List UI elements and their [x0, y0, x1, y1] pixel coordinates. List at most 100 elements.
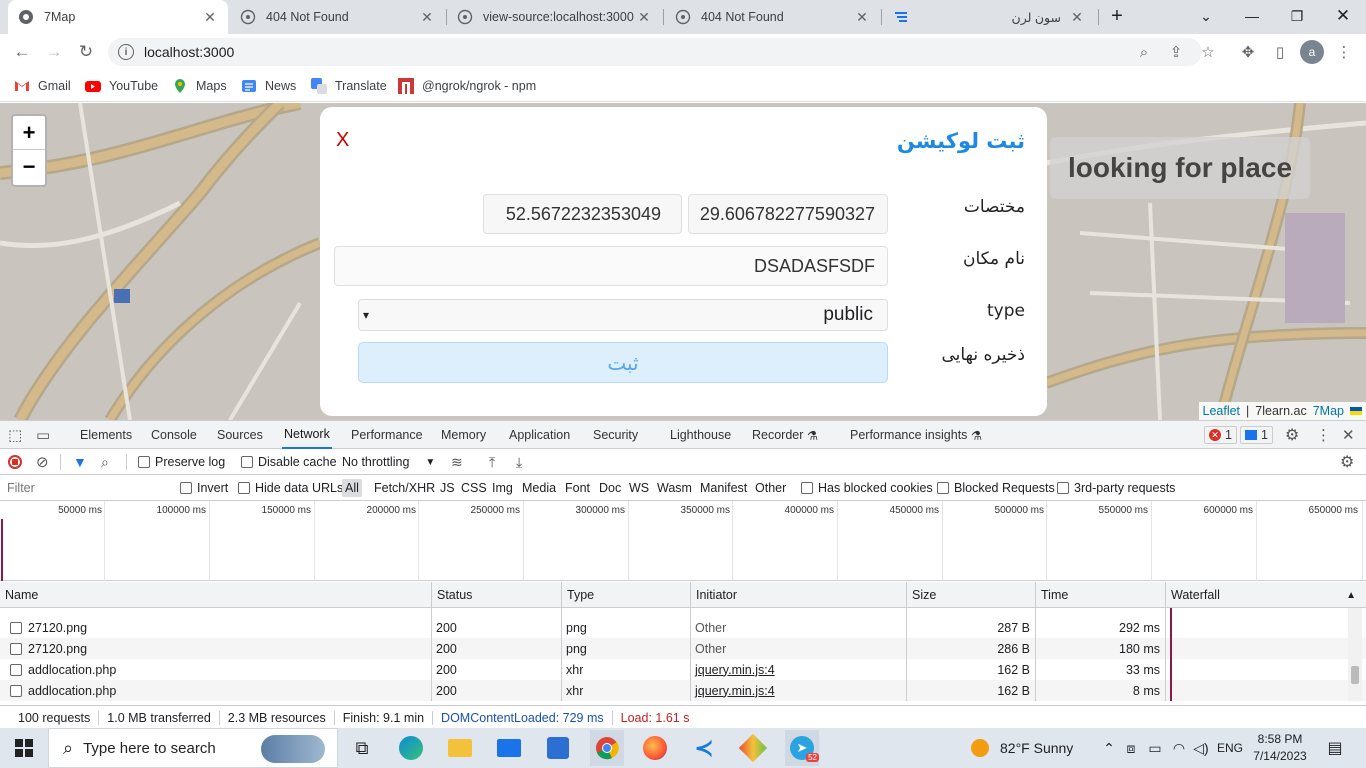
mail-icon[interactable] [494, 733, 524, 763]
tab-pinned[interactable] [883, 0, 927, 34]
table-row[interactable]: 27120.png 200 png Other 287 B 292 ms [0, 617, 1366, 638]
new-tab-button[interactable]: + [1097, 0, 1137, 32]
table-scrollbar[interactable] [1348, 608, 1362, 701]
profile-avatar[interactable]: a [1300, 40, 1324, 64]
settings-gear-icon[interactable]: ⚙ [1285, 421, 1299, 449]
tab-close-icon[interactable]: ✕ [636, 9, 652, 26]
firefox-icon[interactable] [640, 733, 670, 763]
windows-start-icon[interactable] [9, 733, 39, 763]
tab-security[interactable]: Security [593, 421, 638, 449]
clock[interactable]: 8:58 PM 7/14/2023 [1250, 731, 1310, 765]
has-blocked-cookies-checkbox[interactable]: Has blocked cookies [801, 475, 933, 501]
blocked-requests-checkbox[interactable]: Blocked Requests [937, 475, 1055, 501]
forward-button[interactable]: → [40, 38, 68, 66]
table-row[interactable]: 27120.png 200 png Other 286 B 180 ms [0, 638, 1366, 659]
maximize-button[interactable]: ❐ [1274, 0, 1320, 32]
bookmark-gmail[interactable]: Gmail [14, 76, 71, 96]
submit-button[interactable]: ثبت [358, 342, 888, 383]
preserve-log-checkbox[interactable]: Preserve log [138, 449, 225, 475]
col-status[interactable]: Status [431, 582, 472, 608]
omnibox[interactable]: i localhost:3000 [108, 38, 1202, 66]
col-name[interactable]: Name [0, 582, 38, 608]
export-har-icon[interactable]: ⤓ [516, 449, 522, 475]
table-row[interactable]: addlocation.php 200 xhr jquery.min.js:4 … [0, 659, 1366, 680]
tab-close-icon[interactable]: ✕ [854, 9, 870, 26]
tab-7map[interactable]: 7Map ✕ [8, 0, 228, 34]
network-overview[interactable]: 50000 ms 100000 ms 150000 ms 200000 ms 2… [0, 501, 1366, 581]
filter-type-ws[interactable]: WS [629, 475, 649, 501]
inspect-element-icon[interactable]: ⬚ [8, 421, 22, 449]
task-view-icon[interactable]: ⧉ [347, 733, 377, 763]
filter-type-other[interactable]: Other [755, 475, 786, 501]
type-select[interactable]: ▾ public [358, 299, 888, 331]
bookmark-ngrok[interactable]: @ngrok/ngrok - npm [398, 76, 536, 96]
error-count-badge[interactable]: ✕ 1 [1204, 426, 1237, 444]
tab-404-1[interactable]: 404 Not Found ✕ [230, 0, 445, 34]
bookmark-news[interactable]: News [241, 76, 296, 96]
throttling-select[interactable]: No throttling ▼ [342, 449, 435, 475]
back-button[interactable]: ← [8, 38, 36, 66]
tab-404-2[interactable]: 404 Not Found ✕ [665, 0, 880, 34]
filter-type-manifest[interactable]: Manifest [700, 475, 747, 501]
devtools-menu-icon[interactable]: ⋮ [1316, 421, 1331, 449]
table-row[interactable]: addlocation.php 200 xhr jquery.min.js:4 … [0, 680, 1366, 701]
taskbar-search[interactable]: ⌕ Type here to search [48, 728, 338, 768]
col-type[interactable]: Type [561, 582, 594, 608]
tab-network[interactable]: Network [282, 421, 332, 449]
attribution-app-link[interactable]: 7Map [1313, 404, 1344, 418]
filter-type-media[interactable]: Media [522, 475, 556, 501]
initiator-link[interactable]: jquery.min.js:4 [690, 680, 775, 701]
network-conditions-icon[interactable]: ≋ [451, 449, 463, 475]
filter-type-css[interactable]: CSS [461, 475, 487, 501]
store-icon[interactable] [543, 733, 573, 763]
filter-type-doc[interactable]: Doc [599, 475, 621, 501]
device-toolbar-icon[interactable]: ▭ [36, 421, 50, 449]
zoom-out-button[interactable]: − [13, 150, 45, 184]
file-explorer-icon[interactable] [445, 733, 475, 763]
hide-data-urls-checkbox[interactable]: Hide data URLs [238, 475, 343, 501]
bookmark-translate[interactable]: Translate [311, 76, 387, 96]
third-party-checkbox[interactable]: 3rd-party requests [1057, 475, 1175, 501]
zoom-in-button[interactable]: + [13, 116, 45, 150]
invert-checkbox[interactable]: Invert [180, 475, 228, 501]
tab-performance[interactable]: Performance [351, 421, 423, 449]
weather-text[interactable]: 82°F Sunny [1000, 733, 1080, 763]
import-har-icon[interactable]: ⤒ [489, 449, 495, 475]
tab-memory[interactable]: Memory [441, 421, 486, 449]
zoom-icon[interactable]: ⌕ [1134, 42, 1154, 62]
filter-type-wasm[interactable]: Wasm [657, 475, 692, 501]
notification-icon[interactable]: ▤ [1320, 733, 1350, 763]
telegram-icon[interactable]: ➤ 52 [785, 730, 819, 766]
share-icon[interactable]: ⇪ [1166, 42, 1186, 62]
side-panel-icon[interactable]: ▯ [1270, 42, 1290, 62]
filter-type-all[interactable]: All [342, 479, 362, 497]
filter-type-font[interactable]: Font [565, 475, 590, 501]
tab-recorder[interactable]: Recorder ⚗ [752, 421, 818, 449]
tab-7learn[interactable]: سون لرن ✕ [930, 0, 1095, 34]
filter-type-img[interactable]: Img [492, 475, 513, 501]
url-text[interactable]: localhost:3000 [144, 44, 234, 60]
bookmark-star-icon[interactable]: ☆ [1198, 42, 1218, 62]
filter-icon[interactable]: ▼ [73, 449, 87, 475]
language-indicator[interactable]: ENG [1212, 733, 1248, 763]
git-icon[interactable] [738, 733, 768, 763]
record-stop-icon[interactable] [8, 449, 22, 475]
tab-lighthouse[interactable]: Lighthouse [670, 421, 731, 449]
reload-button[interactable]: ↻ [72, 38, 100, 66]
tab-application[interactable]: Application [509, 421, 570, 449]
minimize-button[interactable]: — [1229, 0, 1275, 32]
filter-type-fetch[interactable]: Fetch/XHR [374, 475, 435, 501]
filter-type-js[interactable]: JS [440, 475, 455, 501]
message-count-badge[interactable]: 1 [1240, 426, 1273, 444]
disable-cache-checkbox[interactable]: Disable cache [241, 449, 337, 475]
col-initiator[interactable]: Initiator [690, 582, 737, 608]
leaflet-link[interactable]: Leaflet [1203, 404, 1241, 418]
vscode-icon[interactable]: ≺ [689, 733, 719, 763]
lng-input[interactable]: 52.5672232353049 [483, 194, 682, 234]
clear-icon[interactable]: ⊘ [36, 449, 49, 475]
site-info-icon[interactable]: i [118, 44, 134, 60]
modal-close-button[interactable]: X [336, 129, 349, 152]
lat-input[interactable]: 29.606782277590327 [688, 194, 888, 234]
filter-input[interactable]: Filter [7, 475, 35, 501]
chrome-taskbar-icon[interactable] [590, 730, 624, 766]
